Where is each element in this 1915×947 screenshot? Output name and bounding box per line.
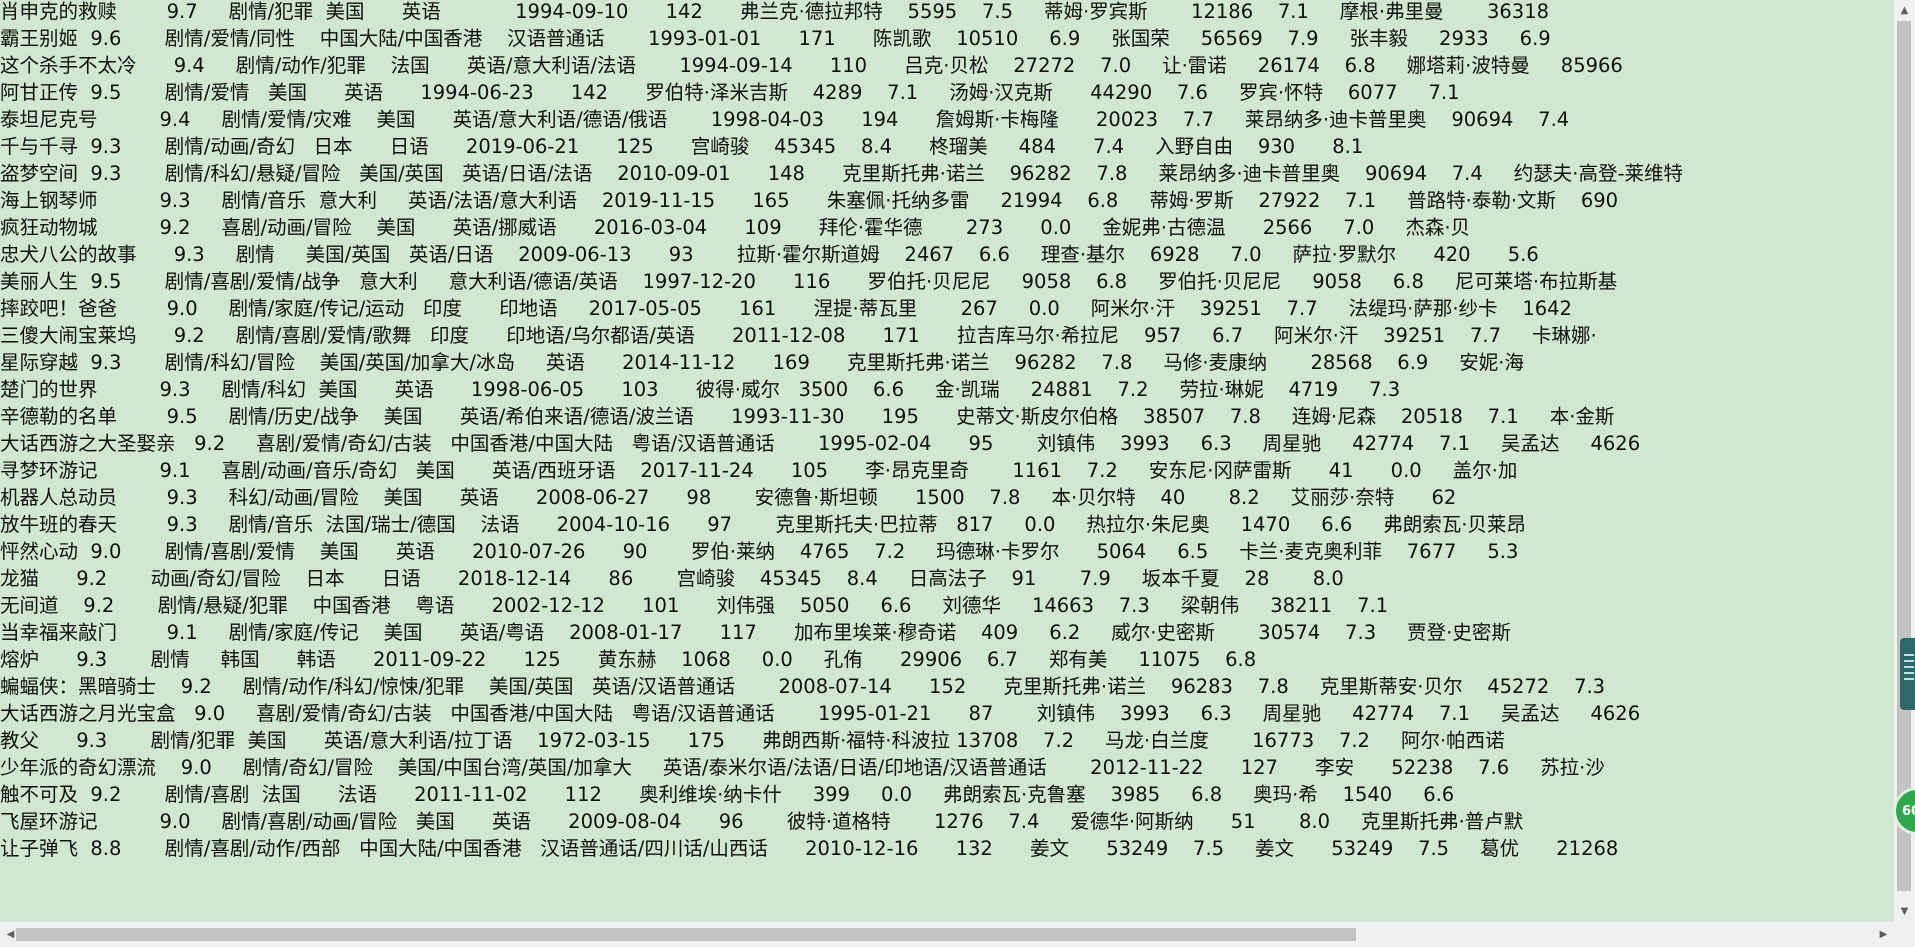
text-line: 触不可及 9.2 剧情/喜剧 法国 法语 2011-11-02 112 奥利维埃… [0,783,1455,806]
text-line: 三傻大闹宝莱坞 9.2 剧情/喜剧/爱情/歌舞 印度 印地语/乌尔都语/英语 2… [0,324,1597,347]
text-line: 寻梦环游记 9.1 喜剧/动画/音乐/奇幻 美国 英语/西班牙语 2017-11… [0,459,1518,482]
handle-bar [1904,672,1914,674]
text-line: 这个杀手不太冷 9.4 剧情/动作/犯罪 法国 英语/意大利语/法语 1994-… [0,54,1623,77]
text-line: 教父 9.3 剧情/犯罪 美国 英语/意大利语/拉丁语 1972-03-15 1… [0,729,1505,752]
text-line: 美丽人生 9.5 剧情/喜剧/爱情/战争 意大利 意大利语/德语/英语 1997… [0,270,1618,293]
text-line: 无间道 9.2 剧情/悬疑/犯罪 中国香港 粤语 2002-12-12 101 … [0,594,1389,617]
text-line: 机器人总动员 9.3 科幻/动画/冒险 美国 英语 2008-06-27 98 … [0,486,1457,509]
text-line: 泰坦尼克号 9.4 剧情/爱情/灾难 美国 英语/意大利语/德语/俄语 1998… [0,108,1570,131]
text-line: 大话西游之月光宝盒 9.0 喜剧/爱情/奇幻/古装 中国香港/中国大陆 粤语/汉… [0,702,1641,725]
side-panel-handle-icon[interactable] [1900,638,1915,710]
scroll-down-arrow-icon[interactable]: ▼ [1894,901,1915,922]
text-line: 让子弹飞 8.8 剧情/喜剧/动作/西部 中国大陆/中国香港 汉语普通话/四川话… [0,837,1619,860]
text-line: 千与千寻 9.3 剧情/动画/奇幻 日本 日语 2019-06-21 125 宫… [0,135,1364,158]
text-line: 肖申克的救赎 9.7 剧情/犯罪 美国 英语 1994-09-10 142 弗兰… [0,0,1550,23]
text-line: 阿甘正传 9.5 剧情/爱情 美国 英语 1994-06-23 142 罗伯特·… [0,81,1460,104]
vertical-scrollbar[interactable]: ▲ ▼ [1893,0,1915,922]
text-line: 少年派的奇幻漂流 9.0 剧情/奇幻/冒险 美国/中国台湾/英国/加拿大 英语/… [0,756,1605,779]
text-line: 疯狂动物城 9.2 喜剧/动画/冒险 美国 英语/挪威语 2016-03-04 … [0,216,1471,239]
scrollbar-corner [1894,922,1915,947]
horizontal-scrollbar[interactable]: ◀ ▶ [0,921,1894,947]
text-line: 忠犬八公的故事 9.3 剧情 美国/英国 英语/日语 2009-06-13 93… [0,243,1539,266]
handle-bar [1904,660,1914,662]
text-line: 盗梦空间 9.3 剧情/科幻/悬疑/冒险 美国/英国 英语/日语/法语 2010… [0,162,1684,185]
horizontal-scroll-thumb[interactable] [16,928,1356,941]
text-line: 辛德勒的名单 9.5 剧情/历史/战争 美国 英语/希伯来语/德语/波兰语 19… [0,405,1615,428]
text-line: 当幸福来敲门 9.1 剧情/家庭/传记 美国 英语/粤语 2008-01-17 … [0,621,1511,644]
text-line: 星际穿越 9.3 剧情/科幻/冒险 美国/英国/加拿大/冰岛 英语 2014-1… [0,351,1524,374]
text-line: 放牛班的春天 9.3 剧情/音乐 法国/瑞士/德国 法语 2004-10-16 … [0,513,1526,536]
text-viewport[interactable]: 肖申克的救赎 9.7 剧情/犯罪 美国 英语 1994-09-10 142 弗兰… [0,0,1894,922]
handle-bar [1904,678,1914,680]
scroll-right-arrow-icon[interactable]: ▶ [1873,922,1894,947]
text-line: 海上钢琴师 9.3 剧情/音乐 意大利 英语/法语/意大利语 2019-11-1… [0,189,1619,212]
handle-bar [1904,666,1914,668]
text-line: 熔炉 9.3 剧情 韩国 韩语 2011-09-22 125 黄东赫 1068 … [0,648,1257,671]
vertical-scroll-thumb[interactable] [1897,21,1911,891]
text-line: 蝙蝠侠：黑暗骑士 9.2 剧情/动作/科幻/惊悚/犯罪 美国/英国 英语/汉语普… [0,675,1606,698]
text-line: 飞屋环游记 9.0 剧情/喜剧/动画/冒险 美国 英语 2009-08-04 9… [0,810,1524,833]
text-line: 怦然心动 9.0 剧情/喜剧/爱情 美国 英语 2010-07-26 90 罗伯… [0,540,1519,563]
badge-text: 60 [1902,803,1915,819]
text-line: 龙猫 9.2 动画/奇幻/冒险 日本 日语 2018-12-14 86 宫崎骏 … [0,567,1344,590]
text-line: 大话西游之大圣娶亲 9.2 喜剧/爱情/奇幻/古装 中国香港/中国大陆 粤语/汉… [0,432,1641,455]
text-line: 摔跤吧！爸爸 9.0 剧情/家庭/传记/运动 印度 印地语 2017-05-05… [0,297,1572,320]
text-line: 霸王别姬 9.6 剧情/爱情/同性 中国大陆/中国香港 汉语普通话 1993-0… [0,27,1551,50]
handle-bar [1904,654,1914,656]
text-line: 楚门的世界 9.3 剧情/科幻 美国 英语 1998-06-05 103 彼得·… [0,378,1401,401]
scroll-up-arrow-icon[interactable]: ▲ [1894,0,1915,21]
movie-data-text[interactable]: 肖申克的救赎 9.7 剧情/犯罪 美国 英语 1994-09-10 142 弗兰… [0,0,1683,862]
